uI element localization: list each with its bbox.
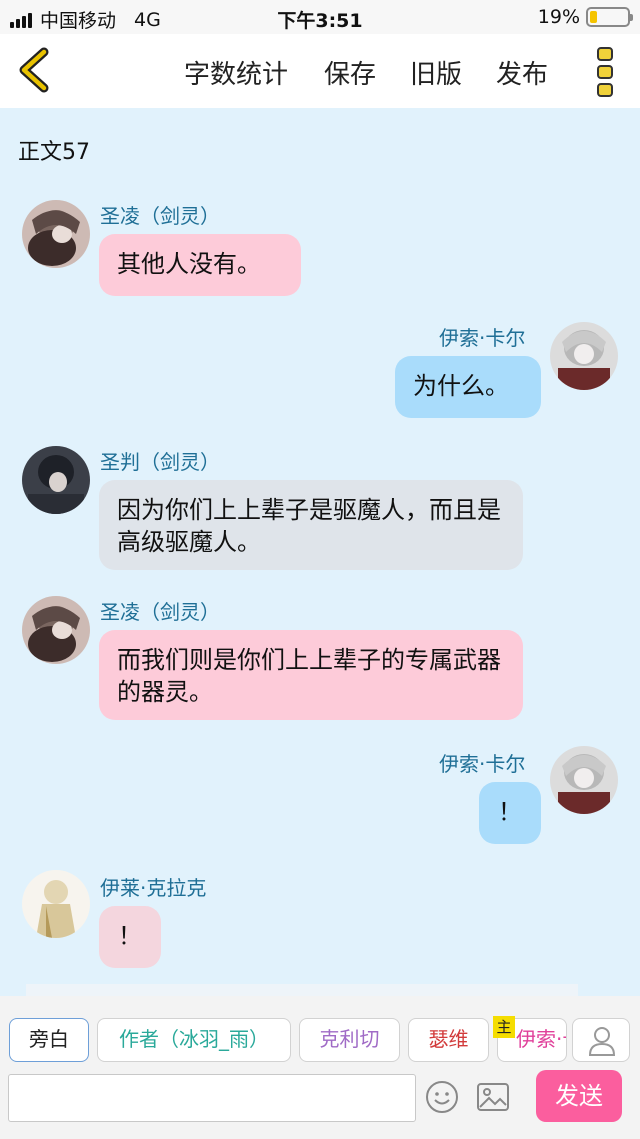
battery-percent: 19% xyxy=(537,6,580,28)
message-bubble: ！ xyxy=(479,782,541,844)
emoji-button[interactable] xyxy=(424,1079,460,1115)
message-input[interactable] xyxy=(8,1074,416,1122)
word-count-label: 正文57 xyxy=(18,140,90,165)
role-chip-author[interactable]: 作者（冰羽_雨） xyxy=(97,1018,291,1062)
message-bubble: ！ xyxy=(99,906,161,968)
chat-area: 正文57 圣凌（剑灵） 其他人没有。 伊索·卡尔 为什么。 圣判（剑灵） 因为你… xyxy=(0,108,640,996)
role-chip-servais[interactable]: 瑟维 xyxy=(408,1018,489,1062)
avatar xyxy=(22,200,90,268)
battery-level xyxy=(590,11,597,23)
chevron-left-icon xyxy=(19,47,49,93)
message-bubble: 而我们则是你们上上辈子的专属武器的器灵。 xyxy=(99,630,523,720)
speaker-name: 圣判（剑灵） xyxy=(100,450,220,474)
back-button[interactable] xyxy=(8,42,64,98)
more-menu-button[interactable] xyxy=(592,46,620,98)
avatar xyxy=(550,746,618,814)
status-right: 19% xyxy=(537,6,633,28)
message-bubble: 其他人没有。 xyxy=(99,234,301,296)
compose-toolbar: 旁白 作者（冰羽_雨） 克利切 瑟维 伊索·卡尔 主 发送 xyxy=(0,996,640,1139)
send-button[interactable]: 发送 xyxy=(536,1070,622,1122)
avatar xyxy=(22,870,90,938)
speaker-name: 伊索·卡尔 xyxy=(439,752,526,776)
role-chip-narration[interactable]: 旁白 xyxy=(9,1018,89,1062)
speaker-name: 圣凌（剑灵） xyxy=(100,204,220,228)
host-badge: 主 xyxy=(493,1016,515,1038)
message-bubble: 因为你们上上辈子是驱魔人，而且是高级驱魔人。 xyxy=(99,480,523,570)
speaker-name: 伊索·卡尔 xyxy=(439,326,526,350)
status-bar: 中国移动 4G 下午3:51 19% xyxy=(0,0,640,34)
message-bubble: 为什么。 xyxy=(395,356,541,418)
save-button[interactable]: 保存 xyxy=(324,54,376,91)
word-count-button[interactable]: 字数统计 xyxy=(184,54,288,91)
user-icon xyxy=(588,1027,616,1056)
publish-button[interactable]: 发布 xyxy=(496,54,548,91)
avatar xyxy=(550,322,618,390)
image-icon xyxy=(477,1083,509,1111)
speaker-name: 伊莱·克拉克 xyxy=(100,876,207,900)
role-chip-kreacher[interactable]: 克利切 xyxy=(299,1018,400,1062)
speaker-name: 圣凌（剑灵） xyxy=(100,600,220,624)
draft-strip xyxy=(26,984,578,996)
old-version-button[interactable]: 旧版 xyxy=(410,54,462,91)
battery-icon xyxy=(586,7,633,27)
nav-bar: 字数统计 保存 旧版 发布 xyxy=(0,34,640,108)
more-vertical-icon xyxy=(597,47,613,97)
image-button[interactable] xyxy=(476,1082,510,1112)
avatar xyxy=(22,596,90,664)
avatar xyxy=(22,446,90,514)
emoji-icon xyxy=(426,1081,458,1113)
role-manage-button[interactable] xyxy=(572,1018,630,1062)
